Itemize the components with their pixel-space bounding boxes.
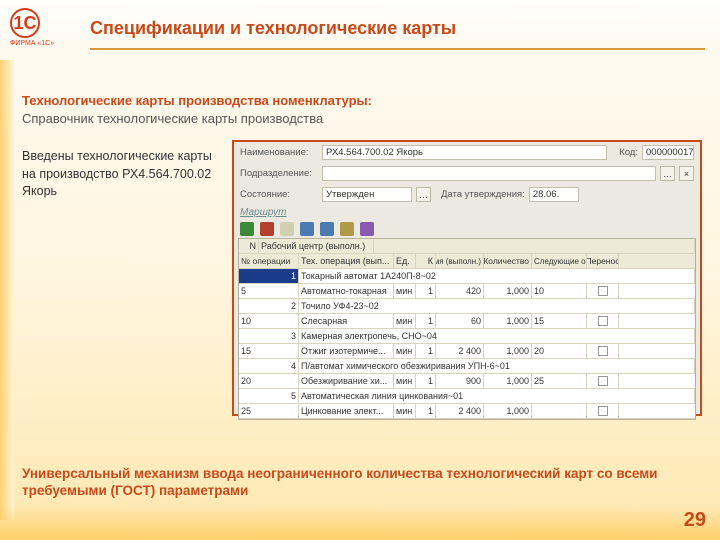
table-group-row[interactable]: 4П/автомат химического обезжиривания УПН… <box>239 359 695 374</box>
up-icon[interactable] <box>300 222 314 236</box>
code-label: Код: <box>619 147 638 158</box>
sidenote: Введены технологические карты на произво… <box>22 148 212 201</box>
col-n[interactable]: N <box>239 239 259 253</box>
col-n2[interactable]: № операции <box>239 254 299 268</box>
checkbox[interactable] <box>598 316 608 326</box>
dept-lookup-button[interactable]: … <box>660 166 675 181</box>
table-group-row[interactable]: 3Камерная электропечь, СНО~04 <box>239 329 695 344</box>
form-window: Наименование: РХ4.564.700.02 Якорь Код: … <box>232 140 702 416</box>
checkbox[interactable] <box>598 286 608 296</box>
table-row[interactable]: 5Автоматно-токарнаямин14201,00010 <box>239 284 695 299</box>
page-number: 29 <box>684 509 706 532</box>
settings-icon[interactable] <box>360 222 374 236</box>
col-op[interactable]: Тех. операция (вып... <box>299 254 394 268</box>
footer-gradient <box>0 506 720 540</box>
state-label: Состояние: <box>240 189 318 200</box>
date-input[interactable]: 28.06. <box>529 187 579 202</box>
table-body: 1Токарный автомат 1А240П-8~025Автоматно-… <box>239 269 695 419</box>
table-group-row[interactable]: 1Токарный автомат 1А240П-8~02 <box>239 269 695 284</box>
sort-icon[interactable] <box>340 222 354 236</box>
col-kol[interactable]: Количество <box>484 254 532 268</box>
table-row[interactable]: 10Слесарнаямин1601,00015 <box>239 314 695 329</box>
logo-caption: ФИРМА «1С» <box>10 40 70 47</box>
checkbox[interactable] <box>598 346 608 356</box>
col-pe[interactable]: Перенос <box>587 254 619 268</box>
checkbox[interactable] <box>598 406 608 416</box>
col-ed[interactable]: Ед. <box>394 254 416 268</box>
subtitle-gray: Справочник технологические карты произво… <box>22 111 323 126</box>
checkbox[interactable] <box>598 376 608 386</box>
name-input[interactable]: РХ4.564.700.02 Якорь <box>322 145 607 160</box>
row-name: Наименование: РХ4.564.700.02 Якорь Код: … <box>234 142 700 163</box>
down-icon[interactable] <box>320 222 334 236</box>
table-header: N Рабочий центр (выполн.) № операции Тех… <box>239 239 695 269</box>
footer-text: Универсальный механизм ввода неограничен… <box>22 465 680 500</box>
table-row[interactable]: 25Цинкование элект...мин12 4001,000 <box>239 404 695 419</box>
side-shadow <box>0 60 14 520</box>
add-icon[interactable] <box>240 222 254 236</box>
code-input[interactable]: 000000017 <box>642 145 694 160</box>
date-label: Дата утверждения: <box>441 189 525 200</box>
operations-table: N Рабочий центр (выполн.) № операции Тех… <box>238 238 696 420</box>
dept-label: Подразделение: <box>240 168 318 179</box>
dept-clear-button[interactable]: × <box>679 166 694 181</box>
col-k[interactable]: К <box>416 254 436 268</box>
table-group-row[interactable]: 2Точило УФ4-23~02 <box>239 299 695 314</box>
state-input[interactable]: Утвержден <box>322 187 412 202</box>
row-dept: Подразделение: … × <box>234 163 700 184</box>
marshrut-link[interactable]: Маршрут <box>234 205 700 220</box>
name-label: Наименование: <box>240 147 318 158</box>
state-lookup-button[interactable]: … <box>416 187 431 202</box>
edit-icon[interactable] <box>280 222 294 236</box>
subtitle: Технологические карты производства номен… <box>22 92 372 128</box>
table-row[interactable]: 20Обезжиривание хи...мин19001,00025 <box>239 374 695 389</box>
delete-icon[interactable] <box>260 222 274 236</box>
table-row[interactable]: 15Отжиг изотермиче...мин12 4001,00020 <box>239 344 695 359</box>
subtitle-red: Технологические карты производства номен… <box>22 93 372 108</box>
page-title: Спецификации и технологические карты <box>90 18 456 39</box>
row-state: Состояние: Утвержден … Дата утверждения:… <box>234 184 700 205</box>
logo: 1С ФИРМА «1С» <box>10 8 70 48</box>
col-vr[interactable]: Время (выполн.) <box>436 254 484 268</box>
col-sl[interactable]: Следующие опе... <box>532 254 587 268</box>
title-underline <box>90 48 705 50</box>
col-rc[interactable]: Рабочий центр (выполн.) <box>259 239 374 253</box>
table-group-row[interactable]: 5Автоматическая линия цинкования~01 <box>239 389 695 404</box>
logo-symbol: 1С <box>10 8 40 38</box>
toolbar <box>234 220 700 238</box>
dept-input[interactable] <box>322 166 656 181</box>
